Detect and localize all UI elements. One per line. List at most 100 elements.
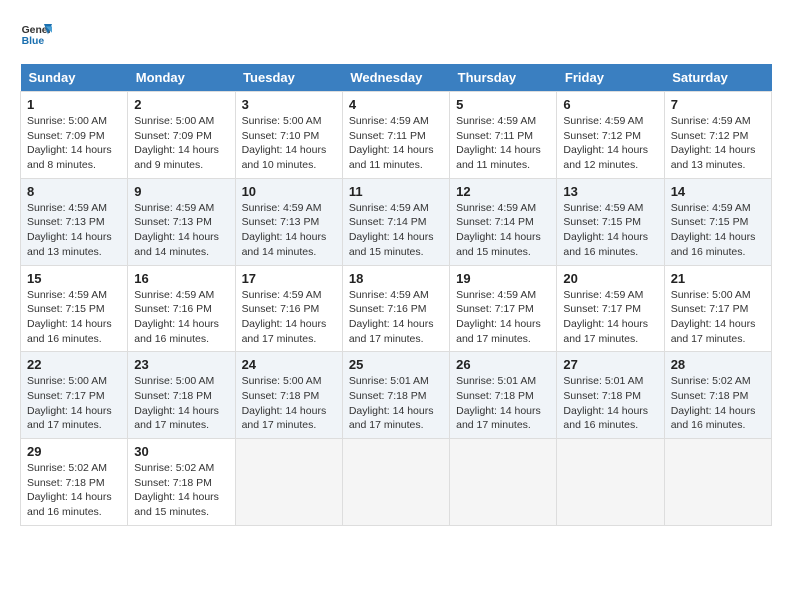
calendar-cell: 28 Sunrise: 5:02 AM Sunset: 7:18 PM Dayl… [664,352,771,439]
calendar-cell: 15 Sunrise: 4:59 AM Sunset: 7:15 PM Dayl… [21,265,128,352]
day-detail: Sunrise: 4:59 AM Sunset: 7:16 PM Dayligh… [134,288,228,347]
calendar-cell: 13 Sunrise: 4:59 AM Sunset: 7:15 PM Dayl… [557,178,664,265]
day-number: 30 [134,444,228,459]
calendar-header-thursday: Thursday [450,64,557,92]
day-number: 29 [27,444,121,459]
calendar-cell: 8 Sunrise: 4:59 AM Sunset: 7:13 PM Dayli… [21,178,128,265]
day-number: 10 [242,184,336,199]
day-detail: Sunrise: 5:00 AM Sunset: 7:09 PM Dayligh… [27,114,121,173]
day-detail: Sunrise: 4:59 AM Sunset: 7:15 PM Dayligh… [671,201,765,260]
day-number: 25 [349,357,443,372]
day-detail: Sunrise: 5:00 AM Sunset: 7:17 PM Dayligh… [671,288,765,347]
day-detail: Sunrise: 5:00 AM Sunset: 7:09 PM Dayligh… [134,114,228,173]
day-detail: Sunrise: 4:59 AM Sunset: 7:13 PM Dayligh… [27,201,121,260]
day-detail: Sunrise: 5:01 AM Sunset: 7:18 PM Dayligh… [349,374,443,433]
day-detail: Sunrise: 5:01 AM Sunset: 7:18 PM Dayligh… [456,374,550,433]
day-number: 15 [27,271,121,286]
calendar-cell: 17 Sunrise: 4:59 AM Sunset: 7:16 PM Dayl… [235,265,342,352]
calendar-cell: 25 Sunrise: 5:01 AM Sunset: 7:18 PM Dayl… [342,352,449,439]
calendar-cell: 12 Sunrise: 4:59 AM Sunset: 7:14 PM Dayl… [450,178,557,265]
calendar-cell: 20 Sunrise: 4:59 AM Sunset: 7:17 PM Dayl… [557,265,664,352]
calendar-cell: 4 Sunrise: 4:59 AM Sunset: 7:11 PM Dayli… [342,92,449,179]
day-detail: Sunrise: 4:59 AM Sunset: 7:16 PM Dayligh… [349,288,443,347]
day-detail: Sunrise: 5:01 AM Sunset: 7:18 PM Dayligh… [563,374,657,433]
page-header: General Blue [20,20,772,48]
day-number: 2 [134,97,228,112]
day-number: 27 [563,357,657,372]
calendar-week-row: 8 Sunrise: 4:59 AM Sunset: 7:13 PM Dayli… [21,178,772,265]
calendar-cell: 14 Sunrise: 4:59 AM Sunset: 7:15 PM Dayl… [664,178,771,265]
day-number: 21 [671,271,765,286]
calendar-cell: 24 Sunrise: 5:00 AM Sunset: 7:18 PM Dayl… [235,352,342,439]
day-detail: Sunrise: 5:00 AM Sunset: 7:10 PM Dayligh… [242,114,336,173]
day-number: 6 [563,97,657,112]
calendar-cell: 23 Sunrise: 5:00 AM Sunset: 7:18 PM Dayl… [128,352,235,439]
calendar-cell [342,439,449,526]
day-detail: Sunrise: 4:59 AM Sunset: 7:13 PM Dayligh… [242,201,336,260]
calendar-cell [664,439,771,526]
calendar-week-row: 29 Sunrise: 5:02 AM Sunset: 7:18 PM Dayl… [21,439,772,526]
calendar-header-saturday: Saturday [664,64,771,92]
day-detail: Sunrise: 5:00 AM Sunset: 7:18 PM Dayligh… [242,374,336,433]
day-detail: Sunrise: 4:59 AM Sunset: 7:13 PM Dayligh… [134,201,228,260]
calendar-cell: 7 Sunrise: 4:59 AM Sunset: 7:12 PM Dayli… [664,92,771,179]
day-detail: Sunrise: 4:59 AM Sunset: 7:12 PM Dayligh… [563,114,657,173]
day-number: 5 [456,97,550,112]
calendar-cell: 26 Sunrise: 5:01 AM Sunset: 7:18 PM Dayl… [450,352,557,439]
day-detail: Sunrise: 5:02 AM Sunset: 7:18 PM Dayligh… [671,374,765,433]
day-detail: Sunrise: 5:00 AM Sunset: 7:17 PM Dayligh… [27,374,121,433]
calendar-week-row: 15 Sunrise: 4:59 AM Sunset: 7:15 PM Dayl… [21,265,772,352]
svg-text:Blue: Blue [22,36,45,47]
day-number: 19 [456,271,550,286]
day-number: 8 [27,184,121,199]
calendar-cell: 6 Sunrise: 4:59 AM Sunset: 7:12 PM Dayli… [557,92,664,179]
calendar-cell: 9 Sunrise: 4:59 AM Sunset: 7:13 PM Dayli… [128,178,235,265]
day-detail: Sunrise: 4:59 AM Sunset: 7:17 PM Dayligh… [456,288,550,347]
calendar-cell: 10 Sunrise: 4:59 AM Sunset: 7:13 PM Dayl… [235,178,342,265]
calendar-cell: 19 Sunrise: 4:59 AM Sunset: 7:17 PM Dayl… [450,265,557,352]
calendar-cell: 11 Sunrise: 4:59 AM Sunset: 7:14 PM Dayl… [342,178,449,265]
calendar-week-row: 1 Sunrise: 5:00 AM Sunset: 7:09 PM Dayli… [21,92,772,179]
calendar-header-tuesday: Tuesday [235,64,342,92]
day-detail: Sunrise: 5:02 AM Sunset: 7:18 PM Dayligh… [134,461,228,520]
calendar-cell [557,439,664,526]
day-detail: Sunrise: 4:59 AM Sunset: 7:14 PM Dayligh… [456,201,550,260]
day-number: 22 [27,357,121,372]
calendar-cell: 3 Sunrise: 5:00 AM Sunset: 7:10 PM Dayli… [235,92,342,179]
day-number: 23 [134,357,228,372]
calendar-cell: 5 Sunrise: 4:59 AM Sunset: 7:11 PM Dayli… [450,92,557,179]
calendar-week-row: 22 Sunrise: 5:00 AM Sunset: 7:17 PM Dayl… [21,352,772,439]
logo: General Blue [20,20,52,48]
day-detail: Sunrise: 4:59 AM Sunset: 7:11 PM Dayligh… [456,114,550,173]
day-number: 18 [349,271,443,286]
calendar-cell: 30 Sunrise: 5:02 AM Sunset: 7:18 PM Dayl… [128,439,235,526]
day-detail: Sunrise: 5:02 AM Sunset: 7:18 PM Dayligh… [27,461,121,520]
day-number: 17 [242,271,336,286]
logo-icon: General Blue [20,20,52,48]
day-number: 24 [242,357,336,372]
calendar-header-wednesday: Wednesday [342,64,449,92]
day-number: 26 [456,357,550,372]
day-number: 13 [563,184,657,199]
calendar-cell: 16 Sunrise: 4:59 AM Sunset: 7:16 PM Dayl… [128,265,235,352]
day-number: 16 [134,271,228,286]
calendar-header-row: SundayMondayTuesdayWednesdayThursdayFrid… [21,64,772,92]
day-detail: Sunrise: 4:59 AM Sunset: 7:15 PM Dayligh… [27,288,121,347]
calendar-cell: 27 Sunrise: 5:01 AM Sunset: 7:18 PM Dayl… [557,352,664,439]
day-number: 3 [242,97,336,112]
calendar-cell: 1 Sunrise: 5:00 AM Sunset: 7:09 PM Dayli… [21,92,128,179]
day-number: 28 [671,357,765,372]
day-number: 20 [563,271,657,286]
calendar-header-friday: Friday [557,64,664,92]
day-number: 12 [456,184,550,199]
calendar-cell: 21 Sunrise: 5:00 AM Sunset: 7:17 PM Dayl… [664,265,771,352]
day-number: 7 [671,97,765,112]
calendar-cell: 18 Sunrise: 4:59 AM Sunset: 7:16 PM Dayl… [342,265,449,352]
calendar-header-sunday: Sunday [21,64,128,92]
day-detail: Sunrise: 4:59 AM Sunset: 7:14 PM Dayligh… [349,201,443,260]
calendar-cell: 22 Sunrise: 5:00 AM Sunset: 7:17 PM Dayl… [21,352,128,439]
day-detail: Sunrise: 4:59 AM Sunset: 7:15 PM Dayligh… [563,201,657,260]
day-number: 1 [27,97,121,112]
day-number: 4 [349,97,443,112]
day-detail: Sunrise: 4:59 AM Sunset: 7:17 PM Dayligh… [563,288,657,347]
